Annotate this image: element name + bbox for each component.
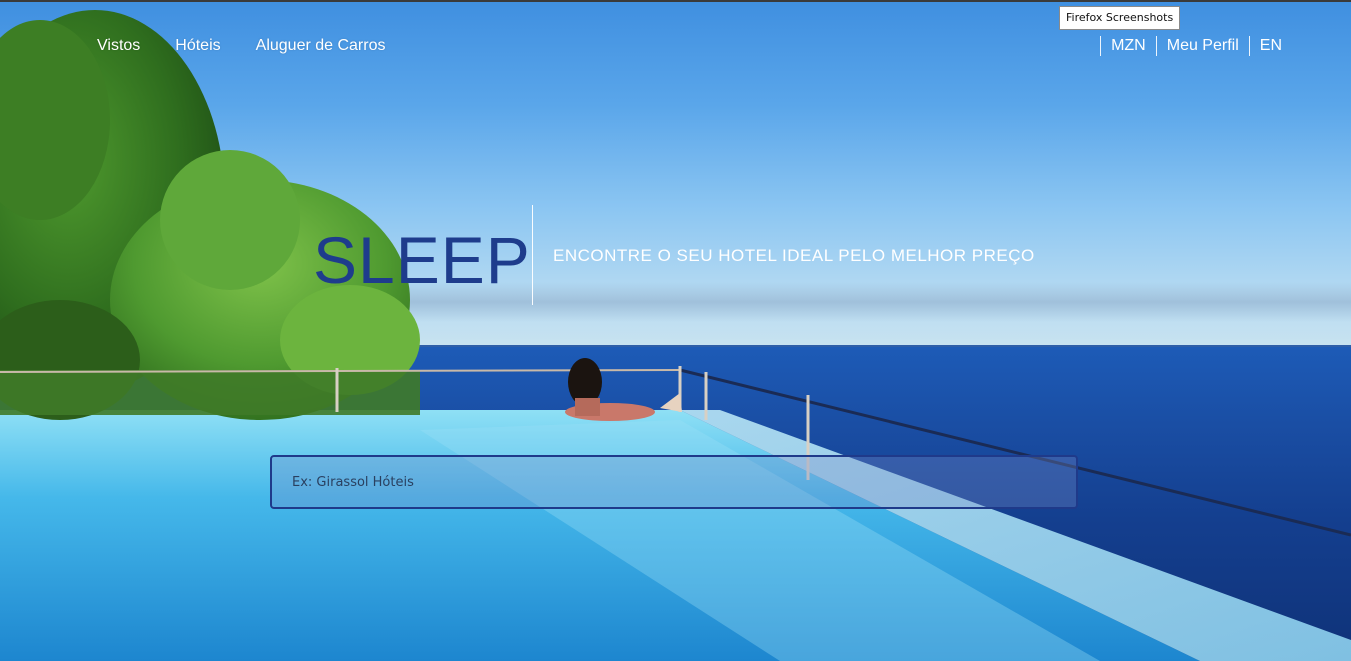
hero-tagline: ENCONTRE O SEU HOTEL IDEAL PELO MELHOR P…	[553, 246, 1035, 265]
brand-logo: SLEEP	[313, 223, 531, 297]
page: Firefox Screenshots Vistos Hóteis Alugue…	[0, 0, 1351, 661]
nav-link-vistos[interactable]: Vistos	[97, 37, 140, 55]
main-nav: Vistos Hóteis Aluguer de Carros	[97, 37, 385, 55]
profile-link[interactable]: Meu Perfil	[1155, 36, 1249, 56]
hotel-search-input[interactable]	[270, 455, 1078, 509]
currency-selector[interactable]: MZN	[1100, 36, 1156, 56]
background-photo	[0, 10, 1351, 661]
browser-top-border	[0, 0, 1351, 2]
language-selector[interactable]: EN	[1248, 36, 1282, 56]
brand-divider	[532, 205, 533, 305]
nav-link-aluguer-de-carros[interactable]: Aluguer de Carros	[256, 37, 386, 55]
firefox-screenshots-tooltip: Firefox Screenshots	[1059, 6, 1181, 30]
nav-link-hoteis[interactable]: Hóteis	[175, 37, 220, 55]
user-nav: MZN Meu Perfil EN	[1100, 36, 1282, 56]
